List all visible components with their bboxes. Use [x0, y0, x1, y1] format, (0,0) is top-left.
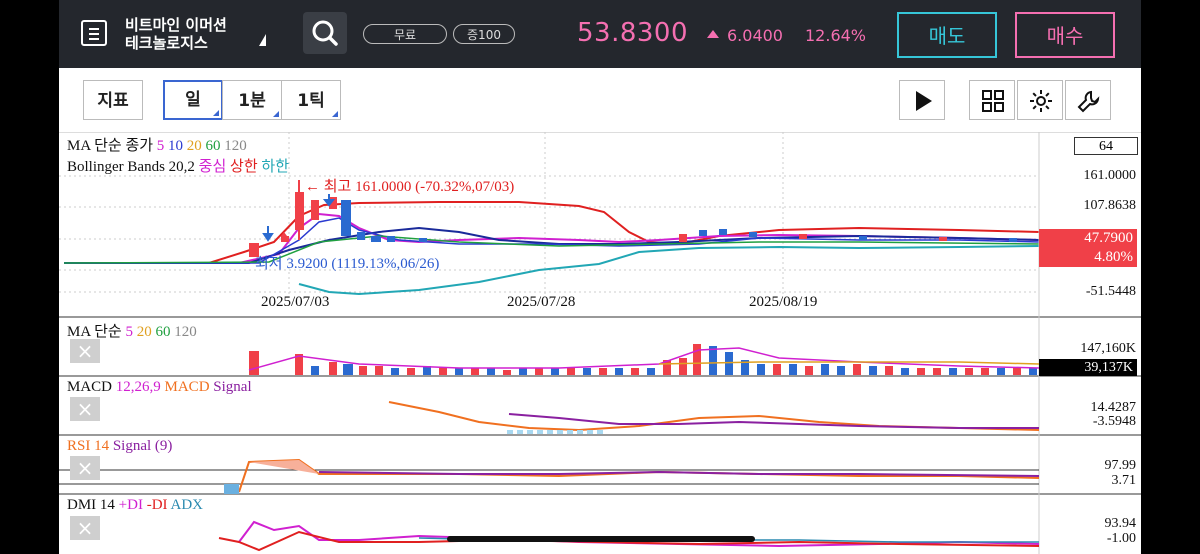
price-chart[interactable]: [59, 132, 1141, 554]
period-1min-tab[interactable]: 1분: [222, 80, 282, 120]
menu-icon[interactable]: [81, 20, 107, 46]
search-icon: [312, 20, 338, 46]
bb-upper: 상한: [230, 159, 258, 175]
app-window: 비트마인 이머션 테크놀로지스 무료 증100 53.8300 6.0400 1…: [59, 0, 1141, 554]
high-annotation: ← 최고 161.0000 (-70.32%,07/03): [305, 179, 515, 195]
home-indicator[interactable]: [447, 536, 755, 542]
stock-select-caret-icon[interactable]: [259, 34, 266, 46]
dmi-adx-label: ADX: [170, 497, 203, 513]
close-rsi-panel-icon[interactable]: ×: [70, 456, 100, 480]
settings-icon: [1030, 90, 1052, 112]
stock-name[interactable]: 비트마인 이머션 테크놀로지스: [125, 16, 227, 52]
close-volume-panel-icon[interactable]: ×: [70, 339, 100, 363]
volume-period-20: 20: [136, 324, 152, 340]
indicator-button[interactable]: 지표: [83, 80, 143, 120]
dmi-y-top: 93.94: [1104, 516, 1137, 531]
dropdown-corner-icon: [273, 111, 279, 117]
ma-period-20: 20: [186, 138, 202, 154]
settings-button[interactable]: [1017, 80, 1063, 120]
dmi-y-bottom: -1.00: [1106, 531, 1136, 546]
layout-button[interactable]: [969, 80, 1015, 120]
ma-legend-title: MA 단순 종가: [67, 138, 154, 154]
stock-name-line2: 테크놀로지스: [125, 34, 208, 52]
price-change: 6.0400: [727, 26, 783, 45]
macd-legend: MACD 12,26,9 MACD Signal: [67, 379, 252, 396]
volume-bars: [249, 344, 1037, 375]
period-1tick-label: 1틱: [297, 91, 325, 111]
period-day-label: 일: [185, 90, 201, 110]
free-badge: 무료: [363, 24, 447, 44]
macd-title: MACD: [67, 379, 113, 395]
dmi-title: DMI 14: [67, 497, 115, 513]
dropdown-corner-icon: [332, 111, 338, 117]
date-label-1: 2025/07/03: [261, 294, 330, 310]
volume-period-120: 120: [174, 324, 197, 340]
dmi-minus-label: -DI: [146, 497, 168, 513]
current-price-tag-value: 47.7900: [1084, 230, 1133, 246]
buy-button[interactable]: 매수: [1015, 12, 1115, 58]
date-label-3: 2025/08/19: [749, 294, 818, 310]
ma-period-5: 5: [156, 138, 165, 154]
play-button[interactable]: [899, 80, 945, 120]
up-arrow-icon: [707, 30, 719, 38]
macd-y-bottom: -3.5948: [1092, 414, 1136, 429]
sell-button[interactable]: 매도: [897, 12, 997, 58]
search-button[interactable]: [303, 12, 347, 54]
grid-icon: [982, 90, 1004, 112]
volume-period-60: 60: [155, 324, 171, 340]
ma-legend: MA 단순 종가 5 10 20 60 120: [67, 134, 247, 155]
price-change-percent: 12.64%: [805, 26, 867, 45]
y-label-high: 161.0000: [1083, 168, 1137, 183]
ma-period-10: 10: [168, 138, 184, 154]
rsi-legend: RSI 14 Signal (9): [67, 438, 172, 455]
low-annotation: 최저 3.9200 (1119.13%,06/26): [255, 256, 440, 272]
margin-badge: 증100: [453, 24, 515, 44]
box-value[interactable]: 64: [1074, 137, 1138, 155]
close-dmi-panel-icon[interactable]: ×: [70, 516, 100, 540]
volume-current-value: 39,137K: [1084, 360, 1133, 375]
rsi-title: RSI 14: [67, 438, 110, 454]
volume-period-5: 5: [125, 324, 133, 340]
volume-current-tag: 39,137K: [1039, 359, 1137, 376]
ma-short-line: [64, 217, 1040, 264]
tools-button[interactable]: [1065, 80, 1111, 120]
top-bar: 비트마인 이머션 테크놀로지스 무료 증100 53.8300 6.0400 1…: [59, 0, 1141, 68]
chart-toolbar: 지표 일 1분 1틱: [59, 68, 1141, 133]
volume-y-label: 147,160K: [1080, 341, 1136, 356]
bollinger-upper-line: [64, 201, 1040, 264]
play-icon: [916, 91, 932, 111]
stock-name-line1: 비트마인 이머션: [125, 16, 227, 34]
period-1tick-tab[interactable]: 1틱: [281, 80, 341, 120]
wrench-icon: [1077, 90, 1100, 113]
macd-params: 12,26,9: [115, 379, 161, 395]
dmi-legend: DMI 14 +DI -DI ADX: [67, 497, 203, 514]
close-macd-panel-icon[interactable]: ×: [70, 397, 100, 421]
period-1min-label: 1분: [238, 91, 266, 111]
bb-title: Bollinger Bands 20,2: [67, 159, 195, 175]
rsi-y-top: 97.99: [1104, 458, 1137, 473]
bb-center: 중심: [198, 159, 227, 175]
date-label-2: 2025/07/28: [507, 294, 576, 310]
current-price-tag-pct: 4.80%: [1094, 249, 1133, 265]
rsi-signal-label: Signal (9): [112, 438, 173, 454]
y-label-mid: 107.8638: [1083, 198, 1137, 213]
volume-title: MA 단순: [67, 324, 122, 340]
current-price-tag: 47.7900 4.80%: [1039, 229, 1137, 267]
dropdown-corner-icon: [213, 110, 219, 116]
bb-lower: 하한: [261, 159, 289, 175]
macd-line-label: MACD: [164, 379, 210, 395]
volume-legend: MA 단순 5 20 60 120: [67, 320, 197, 341]
dmi-plus-label: +DI: [118, 497, 143, 513]
period-day-tab[interactable]: 일: [163, 80, 223, 120]
ma-period-120: 120: [224, 138, 247, 154]
current-price: 53.8300: [577, 18, 689, 48]
y-label-low: -51.5448: [1085, 284, 1136, 299]
ma-period-60: 60: [205, 138, 221, 154]
macd-signal-label: Signal: [213, 379, 252, 395]
bollinger-legend: Bollinger Bands 20,2 중심 상한 하한: [67, 155, 289, 176]
rsi-y-bottom: 3.71: [1111, 473, 1137, 488]
